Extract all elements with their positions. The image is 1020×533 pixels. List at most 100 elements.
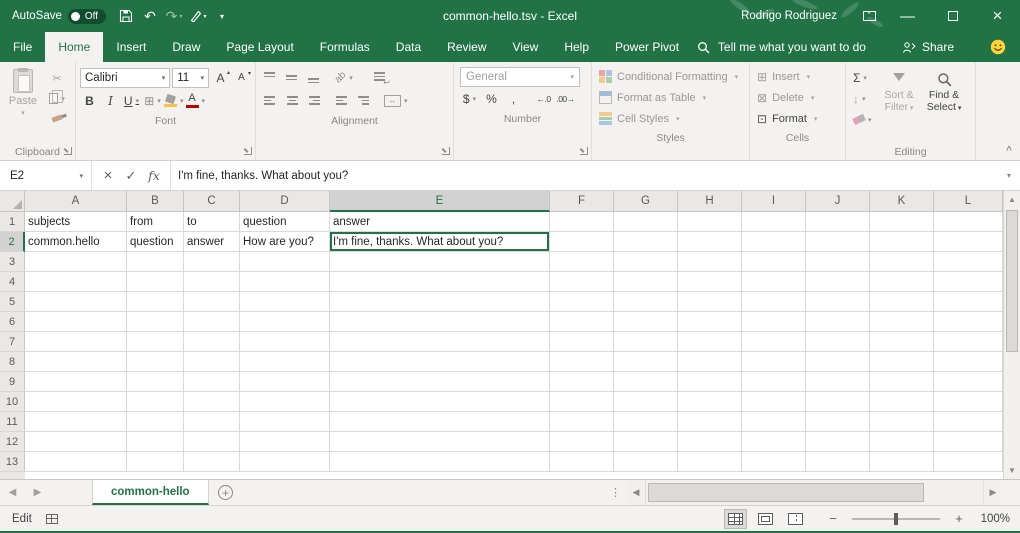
cell-B5[interactable] bbox=[127, 292, 184, 312]
ink-mode-button[interactable] bbox=[186, 3, 210, 29]
cell-K4[interactable] bbox=[870, 272, 934, 292]
wrap-text-button[interactable] bbox=[370, 68, 390, 87]
cell-J10[interactable] bbox=[806, 392, 870, 412]
enter-button[interactable]: ✓ bbox=[121, 165, 141, 187]
cell-C10[interactable] bbox=[184, 392, 240, 412]
zoom-in-button[interactable]: + bbox=[951, 511, 967, 526]
format-cells-button[interactable]: ⊡ Format bbox=[752, 108, 843, 129]
cell-C9[interactable] bbox=[184, 372, 240, 392]
font-color-button[interactable]: A bbox=[186, 91, 206, 110]
cell-K12[interactable] bbox=[870, 432, 934, 452]
row-header-13[interactable]: 13 bbox=[0, 452, 25, 472]
select-all-button[interactable] bbox=[0, 191, 25, 212]
cell-E3[interactable] bbox=[330, 252, 550, 272]
cell-A10[interactable] bbox=[25, 392, 127, 412]
scroll-down-icon[interactable]: ▼ bbox=[1004, 462, 1020, 479]
accounting-format-button[interactable]: $ bbox=[460, 89, 479, 108]
cell-K9[interactable] bbox=[870, 372, 934, 392]
cell-A3[interactable] bbox=[25, 252, 127, 272]
cell-D3[interactable] bbox=[240, 252, 330, 272]
cell-D2[interactable]: How are you? bbox=[240, 232, 330, 252]
cell-L12[interactable] bbox=[934, 432, 1003, 452]
cell-A11[interactable] bbox=[25, 412, 127, 432]
cell-I5[interactable] bbox=[742, 292, 806, 312]
alignment-dialog-launcher[interactable] bbox=[442, 147, 450, 155]
cell-E2[interactable]: I'm fine, thanks. What about you? bbox=[330, 232, 550, 252]
cell-B7[interactable] bbox=[127, 332, 184, 352]
cell-D9[interactable] bbox=[240, 372, 330, 392]
cell-H9[interactable] bbox=[678, 372, 742, 392]
number-dialog-launcher[interactable] bbox=[580, 147, 588, 155]
cell-K8[interactable] bbox=[870, 352, 934, 372]
cell-F6[interactable] bbox=[550, 312, 614, 332]
cell-A12[interactable] bbox=[25, 432, 127, 452]
cell-I3[interactable] bbox=[742, 252, 806, 272]
share-button[interactable]: Share bbox=[902, 40, 954, 54]
row-header-4[interactable]: 4 bbox=[0, 272, 25, 292]
column-header-L[interactable]: L bbox=[934, 191, 1003, 212]
cell-J6[interactable] bbox=[806, 312, 870, 332]
cell-A6[interactable] bbox=[25, 312, 127, 332]
clear-button[interactable] bbox=[850, 110, 875, 129]
row-header-7[interactable]: 7 bbox=[0, 332, 25, 352]
cell-F3[interactable] bbox=[550, 252, 614, 272]
column-header-A[interactable]: A bbox=[25, 191, 127, 212]
cell-E12[interactable] bbox=[330, 432, 550, 452]
name-box[interactable]: E2 bbox=[0, 161, 92, 190]
scroll-up-icon[interactable]: ▲ bbox=[1004, 191, 1020, 208]
cell-G3[interactable] bbox=[614, 252, 678, 272]
tab-view[interactable]: View bbox=[500, 32, 552, 62]
zoom-out-button[interactable]: − bbox=[825, 511, 841, 526]
cell-C11[interactable] bbox=[184, 412, 240, 432]
minimize-button[interactable]: — bbox=[885, 0, 930, 32]
underline-button[interactable]: U bbox=[122, 91, 141, 110]
column-header-B[interactable]: B bbox=[127, 191, 184, 212]
cell-K7[interactable] bbox=[870, 332, 934, 352]
cell-G5[interactable] bbox=[614, 292, 678, 312]
cell-C5[interactable] bbox=[184, 292, 240, 312]
cell-C7[interactable] bbox=[184, 332, 240, 352]
cell-A13[interactable] bbox=[25, 452, 127, 472]
insert-function-button[interactable]: fx bbox=[144, 165, 164, 187]
cell-I8[interactable] bbox=[742, 352, 806, 372]
sheet-nav-next-button[interactable]: ▶ bbox=[25, 480, 50, 505]
cell-L11[interactable] bbox=[934, 412, 1003, 432]
feedback-smiley-icon[interactable] bbox=[990, 39, 1006, 55]
column-header-H[interactable]: H bbox=[678, 191, 742, 212]
cell-I4[interactable] bbox=[742, 272, 806, 292]
cell-D10[interactable] bbox=[240, 392, 330, 412]
cell-C6[interactable] bbox=[184, 312, 240, 332]
zoom-level[interactable]: 100% bbox=[976, 513, 1010, 525]
cell-I13[interactable] bbox=[742, 452, 806, 472]
close-button[interactable]: × bbox=[975, 0, 1020, 32]
cell-E13[interactable] bbox=[330, 452, 550, 472]
percent-style-button[interactable]: % bbox=[482, 89, 501, 108]
font-size-select[interactable]: 11 bbox=[172, 68, 209, 88]
cell-styles-button[interactable]: Cell Styles bbox=[594, 108, 747, 129]
cell-F12[interactable] bbox=[550, 432, 614, 452]
increase-decimal-button[interactable]: ←.0 bbox=[534, 89, 553, 108]
cell-B8[interactable] bbox=[127, 352, 184, 372]
cell-K6[interactable] bbox=[870, 312, 934, 332]
cell-H11[interactable] bbox=[678, 412, 742, 432]
cell-D13[interactable] bbox=[240, 452, 330, 472]
cell-L2[interactable] bbox=[934, 232, 1003, 252]
row-header-12[interactable]: 12 bbox=[0, 432, 25, 452]
cut-button[interactable]: ✂ bbox=[46, 70, 68, 87]
row-header-9[interactable]: 9 bbox=[0, 372, 25, 392]
cell-E5[interactable] bbox=[330, 292, 550, 312]
cell-B3[interactable] bbox=[127, 252, 184, 272]
cell-J11[interactable] bbox=[806, 412, 870, 432]
save-button[interactable] bbox=[114, 3, 138, 29]
cell-G6[interactable] bbox=[614, 312, 678, 332]
decrease-decimal-button[interactable]: .00→ bbox=[556, 89, 575, 108]
cell-H1[interactable] bbox=[678, 212, 742, 232]
cell-I9[interactable] bbox=[742, 372, 806, 392]
column-header-E[interactable]: E bbox=[330, 191, 550, 212]
cell-H4[interactable] bbox=[678, 272, 742, 292]
cell-H5[interactable] bbox=[678, 292, 742, 312]
cell-K5[interactable] bbox=[870, 292, 934, 312]
cell-K11[interactable] bbox=[870, 412, 934, 432]
format-as-table-button[interactable]: Format as Table bbox=[594, 87, 747, 108]
user-name[interactable]: Rodrigo Rodriguez bbox=[741, 10, 837, 22]
